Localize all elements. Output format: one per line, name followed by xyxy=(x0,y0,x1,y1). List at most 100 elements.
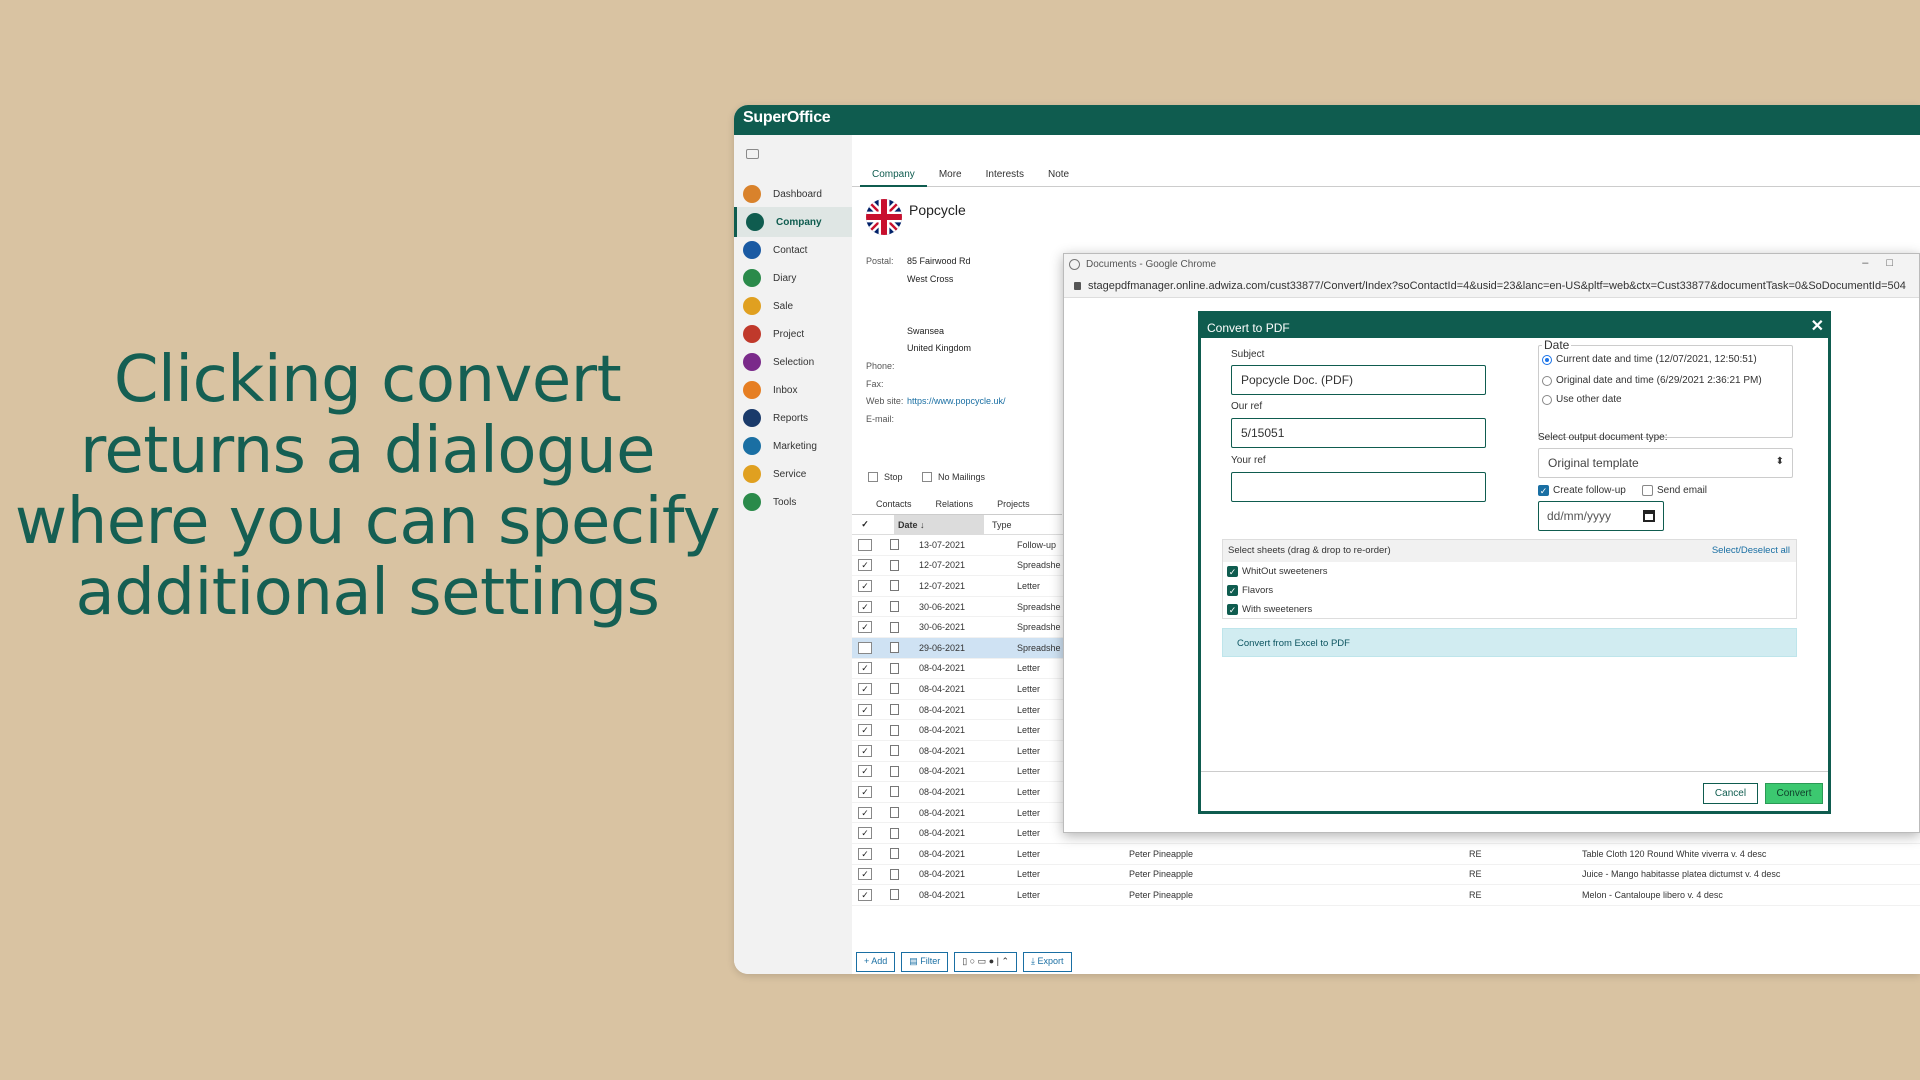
radio-button[interactable] xyxy=(1542,375,1552,386)
checkbox-box[interactable]: ✓ xyxy=(1538,485,1549,496)
row-checkbox[interactable]: ✓ xyxy=(858,744,872,757)
view-icons-group[interactable]: ▯ ○ ▭ ● | ⌃ xyxy=(954,952,1018,972)
document-icon xyxy=(890,786,899,798)
radio-current-date[interactable]: Current date and time (12/07/2021, 12:50… xyxy=(1542,354,1757,365)
checkbox-box[interactable]: ✓ xyxy=(1227,604,1238,615)
table-row[interactable]: ✓ 08-04-2021 Letter Peter Pineapple RE Melon … xyxy=(852,885,1920,906)
select-all-check-icon[interactable]: ✓ xyxy=(858,519,872,531)
row-checkbox[interactable]: ✓ xyxy=(858,682,872,695)
checkbox-box[interactable] xyxy=(1642,485,1653,496)
stop-checkbox[interactable]: Stop xyxy=(868,472,903,482)
tools-icon xyxy=(743,493,761,511)
followup-date-input[interactable]: dd/mm/yyyy xyxy=(1538,501,1664,531)
sidebar-toggle-icon[interactable] xyxy=(746,149,759,159)
row-checkbox[interactable]: ✓ xyxy=(858,724,872,737)
fax-label: Fax: xyxy=(866,379,884,389)
address-bar[interactable]: stagepdfmanager.online.adwiza.com/cust33… xyxy=(1064,276,1919,298)
row-date: 08-04-2021 xyxy=(919,663,966,674)
sidebar-item-label: Tools xyxy=(773,496,797,508)
output-type-select[interactable]: Original template ⬍ xyxy=(1538,448,1793,478)
sheet-item[interactable]: ✓ WhitOut sweeteners xyxy=(1223,562,1796,581)
filter-button[interactable]: ▤ Filter xyxy=(901,952,949,972)
tab-note[interactable]: Note xyxy=(1036,167,1081,187)
radio-other-date[interactable]: Use other date xyxy=(1542,394,1622,405)
document-icon xyxy=(890,889,899,901)
sidebar-item-marketing[interactable]: Marketing xyxy=(734,431,852,461)
row-checkbox[interactable]: ✓ xyxy=(858,868,872,881)
close-icon[interactable]: ✕ xyxy=(1811,316,1824,336)
sidebar-item-contact[interactable]: Contact xyxy=(734,235,852,265)
row-checkbox[interactable]: ✓ xyxy=(858,621,872,634)
calendar-icon[interactable] xyxy=(1643,510,1655,522)
row-checkbox[interactable]: ✓ xyxy=(858,806,872,819)
select-deselect-all-link[interactable]: Select/Deselect all xyxy=(1712,545,1790,556)
table-row[interactable]: ✓ 08-04-2021 Letter Peter Pineapple RE Juice … xyxy=(852,865,1920,886)
date-column-header[interactable]: Date ↓ xyxy=(894,515,984,535)
row-date: 08-04-2021 xyxy=(919,869,966,880)
url-text: stagepdfmanager.online.adwiza.com/cust33… xyxy=(1088,280,1906,292)
row-checkbox[interactable]: ✓ xyxy=(858,703,872,716)
document-icon xyxy=(890,827,899,839)
row-checkbox[interactable]: ✓ xyxy=(858,847,872,860)
row-checkbox[interactable]: ✓ xyxy=(858,600,872,613)
row-checkbox[interactable]: ✓ xyxy=(858,827,872,840)
tab-company[interactable]: Company xyxy=(860,167,927,187)
sidebar-item-selection[interactable]: Selection xyxy=(734,347,852,377)
radio-button[interactable] xyxy=(1542,354,1552,365)
sidebar-item-sale[interactable]: Sale xyxy=(734,291,852,321)
document-icon xyxy=(890,539,899,551)
sidebar-item-tools[interactable]: Tools xyxy=(734,487,852,517)
tab-more[interactable]: More xyxy=(927,167,974,187)
create-followup-checkbox[interactable]: ✓ Create follow-up xyxy=(1538,485,1626,496)
radio-button[interactable] xyxy=(1542,394,1552,405)
row-date: 30-06-2021 xyxy=(919,601,966,612)
phone-label: Phone: xyxy=(866,361,895,371)
row-description: Table Cloth 120 Round White viverra v. 4… xyxy=(1582,848,1767,859)
row-checkbox[interactable] xyxy=(858,538,872,551)
table-row[interactable]: ✓ 08-04-2021 Letter Peter Pineapple RE Table … xyxy=(852,844,1920,865)
sidebar-item-reports[interactable]: Reports xyxy=(734,403,852,433)
row-checkbox[interactable]: ✓ xyxy=(858,662,872,675)
checkbox-box[interactable] xyxy=(868,472,878,482)
sidebar-item-service[interactable]: Service xyxy=(734,459,852,489)
sidebar-item-company[interactable]: Company xyxy=(734,207,852,237)
table-row[interactable]: ✓08-04-2021LetterPeter PineappleREShrimp… xyxy=(852,906,1920,909)
sidebar-item-project[interactable]: Project xyxy=(734,319,852,349)
sidebar-item-diary[interactable]: Diary xyxy=(734,263,852,293)
row-checkbox[interactable]: ✓ xyxy=(858,785,872,798)
no-mailings-checkbox[interactable]: No Mailings xyxy=(922,472,985,482)
radio-original-date[interactable]: Original date and time (6/29/2021 2:36:2… xyxy=(1542,375,1762,386)
add-button[interactable]: + Add xyxy=(856,952,896,972)
sheet-item[interactable]: ✓ Flavors xyxy=(1223,581,1796,600)
window-controls-icon[interactable]: –□ xyxy=(1862,257,1911,269)
your-ref-input[interactable] xyxy=(1231,472,1486,502)
tab-contacts[interactable]: Contacts xyxy=(852,497,924,517)
export-button[interactable]: ⤓ Export xyxy=(1023,952,1072,972)
headline-line: where you can specify xyxy=(14,485,721,559)
checkbox-box[interactable]: ✓ xyxy=(1227,585,1238,596)
our-ref-input[interactable]: 5/15051 xyxy=(1231,418,1486,448)
stop-label: Stop xyxy=(884,472,903,482)
row-checkbox[interactable]: ✓ xyxy=(858,579,872,592)
convert-button[interactable]: Convert xyxy=(1765,783,1823,804)
send-email-checkbox[interactable]: Send email xyxy=(1642,485,1707,496)
checkbox-box[interactable] xyxy=(922,472,932,482)
date-legend: Date xyxy=(1542,338,1572,352)
tab-projects[interactable]: Projects xyxy=(985,497,1042,517)
website-label: Web site: xyxy=(866,396,904,406)
checkbox-box[interactable]: ✓ xyxy=(1227,566,1238,577)
row-checkbox[interactable]: ✓ xyxy=(858,765,872,778)
sidebar-item-dashboard[interactable]: Dashboard xyxy=(734,179,852,209)
row-checkbox[interactable] xyxy=(858,641,872,654)
sidebar-item-inbox[interactable]: Inbox xyxy=(734,375,852,405)
row-checkbox[interactable]: ✓ xyxy=(858,559,872,572)
sheet-item[interactable]: ✓ With sweeteners xyxy=(1223,600,1796,619)
website-link[interactable]: https://www.popcycle.uk/ xyxy=(907,396,1006,406)
tab-interests[interactable]: Interests xyxy=(974,167,1036,187)
tab-relations[interactable]: Relations xyxy=(924,497,986,517)
row-person: Peter Pineapple xyxy=(1129,848,1194,859)
cancel-button[interactable]: Cancel xyxy=(1703,783,1758,804)
row-checkbox[interactable]: ✓ xyxy=(858,888,872,901)
bottom-toolbar: + Add ▤ Filter ▯ ○ ▭ ● | ⌃ ⤓ Export xyxy=(856,952,1078,974)
subject-input[interactable]: Popcycle Doc. (PDF) xyxy=(1231,365,1486,395)
